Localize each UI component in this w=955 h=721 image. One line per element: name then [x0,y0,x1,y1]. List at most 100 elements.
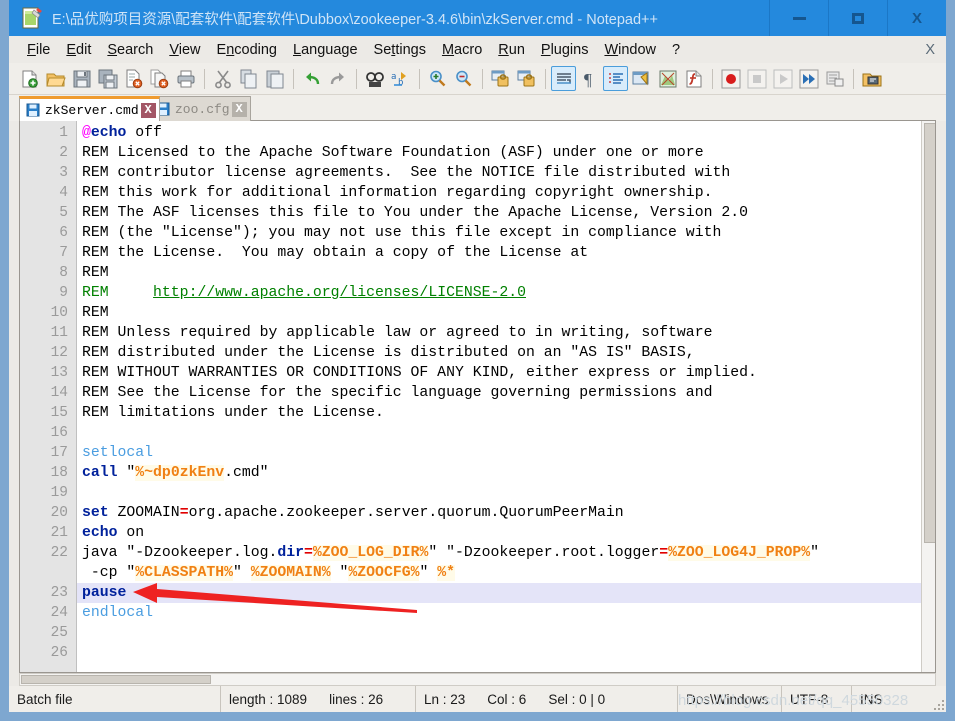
saved-file-icon [26,103,40,117]
sync-vertical-scroll-icon[interactable] [488,66,513,91]
close-all-files-icon[interactable] [147,66,172,91]
code-line-8: REM [82,265,109,281]
toolbar-separator [545,68,546,89]
line-number: 18 [50,465,68,481]
watermark-text: https://blog.csdn.net/qq_45550328 [678,692,909,709]
toolbar-separator [853,68,854,89]
cut-icon[interactable] [210,66,235,91]
code-line-12: REM distributed under the License is dis… [82,345,695,361]
code-line-1: @echo off [82,125,162,141]
line-number: 21 [50,525,68,541]
start-record-macro-icon[interactable] [718,66,743,91]
minimize-button[interactable] [769,0,828,36]
code-line-21: echo on [82,525,145,541]
toolbar: ab ¶ [9,63,946,95]
play-macro-icon[interactable] [770,66,795,91]
line-number: 10 [50,305,68,321]
line-number: 17 [50,445,68,461]
close-document-icon[interactable]: X [925,42,935,58]
code-line-24: endlocal [82,605,154,621]
tab-label: zoo.cfg [175,101,230,117]
menu-item-view[interactable]: View [161,40,208,60]
code-line-7: REM the License. You may obtain a copy o… [82,245,589,261]
code-view[interactable]: @echo off REM Licensed to the Apache Sof… [77,121,935,672]
menu-item-window[interactable]: Window [596,40,664,60]
line-number: 24 [50,605,68,621]
status-sel: Sel : 0 | 0 [548,691,606,707]
code-line-11: REM Unless required by applicable law or… [82,325,713,341]
user-defined-dialog-icon[interactable] [629,66,654,91]
line-number: 5 [59,205,68,221]
code-line-15: REM limitations under the License. [82,405,384,421]
zoom-in-icon[interactable] [425,66,450,91]
menu-item-plugins[interactable]: Plugins [533,40,597,60]
redo-icon[interactable] [325,66,350,91]
close-file-icon[interactable] [121,66,146,91]
code-line-20: set ZOOMAIN=org.apache.zookeeper.server.… [82,505,624,521]
code-line-14: REM See the License for the specific lan… [82,385,713,401]
line-number: 3 [59,165,68,181]
code-line-6: REM (the "License"); you may not use thi… [82,225,722,241]
tab-zkserver-cmd[interactable]: zkServer.cmd X [19,96,160,121]
status-col: Col : 6 [487,691,527,707]
save-all-icon[interactable] [95,66,120,91]
menu-item-edit[interactable]: Edit [58,40,99,60]
open-file-icon[interactable] [43,66,68,91]
license-url-link[interactable]: http://www.apache.org/licenses/LICENSE-2… [153,285,526,301]
menu-item-encoding[interactable]: Encoding [209,40,285,60]
tab-zoo-cfg[interactable]: zoo.cfg X [149,96,251,121]
undo-icon[interactable] [299,66,324,91]
toolbar-separator [712,68,713,89]
replace-icon[interactable]: ab [388,66,413,91]
maximize-button[interactable] [828,0,887,36]
run-macro-multiple-icon[interactable] [796,66,821,91]
menu-item-language[interactable]: Language [285,40,366,60]
toolbar-separator [419,68,420,89]
menu-item-help[interactable]: ? [664,40,688,60]
line-number: 2 [59,145,68,161]
vertical-scrollbar-thumb[interactable] [924,123,935,543]
menu-item-settings[interactable]: Settings [366,40,434,60]
close-icon[interactable]: X [140,102,156,118]
menu-item-search[interactable]: Search [99,40,161,60]
save-macro-icon[interactable] [822,66,847,91]
horizontal-scrollbar-thumb[interactable] [21,675,211,684]
svg-text:¶: ¶ [584,70,592,88]
window-controls: X [769,0,946,36]
menu-item-run[interactable]: Run [490,40,533,60]
horizontal-scrollbar[interactable] [19,673,936,686]
new-file-icon[interactable] [17,66,42,91]
editor-area[interactable]: 1 2 3 4 5 6 7 8 9 10 11 12 13 14 15 16 17 18 19 20 21 22 23 24 2… [19,120,936,673]
close-icon[interactable]: X [231,101,247,117]
line-number: 15 [50,405,68,421]
vertical-scrollbar[interactable] [921,121,935,672]
zoom-out-icon[interactable] [451,66,476,91]
save-icon[interactable] [69,66,94,91]
find-icon[interactable] [362,66,387,91]
notepad-plus-plus-window: E:\品优购项目资源\配套软件\配套软件\Dubbox\zookeeper-3.… [0,0,955,721]
word-wrap-icon[interactable] [551,66,576,91]
close-button[interactable]: X [887,0,946,36]
line-number: 11 [50,325,68,341]
show-all-characters-icon[interactable]: ¶ [577,66,602,91]
code-line-9: REM http://www.apache.org/licenses/LICEN… [82,285,526,301]
code-line-22: java "-Dzookeeper.log.dir=%ZOO_LOG_DIR%"… [82,545,820,561]
line-number: 1 [59,125,68,141]
show-indent-guide-icon[interactable] [603,66,628,91]
sync-horizontal-scroll-icon[interactable] [514,66,539,91]
stop-record-macro-icon[interactable] [744,66,769,91]
line-number: 19 [50,485,68,501]
run-icon[interactable] [859,66,884,91]
code-line-2: REM Licensed to the Apache Software Foun… [82,145,704,161]
line-number: 25 [50,625,68,641]
menu-item-file[interactable]: File [19,40,58,60]
resize-grip-icon[interactable] [932,698,944,710]
print-icon[interactable] [173,66,198,91]
function-list-icon[interactable] [681,66,706,91]
menu-item-macro[interactable]: Macro [434,40,490,60]
document-map-icon[interactable] [655,66,680,91]
code-line-10: REM [82,305,109,321]
line-number: 6 [59,225,68,241]
copy-icon[interactable] [236,66,261,91]
paste-icon[interactable] [262,66,287,91]
